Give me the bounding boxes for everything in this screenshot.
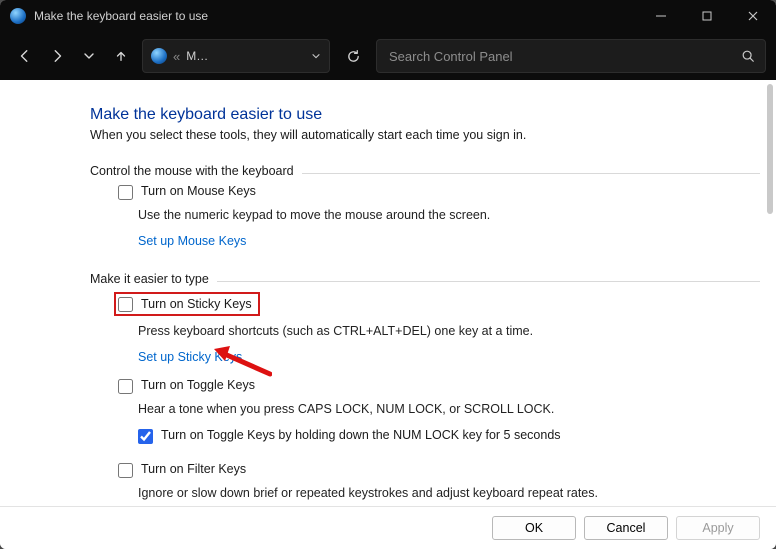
group-type-label: Make it easier to type — [90, 272, 209, 286]
dialog-footer: OK Cancel Apply — [0, 506, 776, 549]
search-icon — [741, 49, 755, 63]
cancel-button[interactable]: Cancel — [584, 516, 668, 540]
page-content: Make the keyboard easier to use When you… — [0, 80, 776, 506]
filter-keys-desc: Ignore or slow down brief or repeated ke… — [90, 484, 760, 502]
mouse-keys-checkbox-row[interactable]: Turn on Mouse Keys — [90, 182, 760, 202]
up-button[interactable] — [106, 41, 136, 71]
scrollbar-thumb[interactable] — [767, 84, 773, 214]
divider — [217, 281, 760, 282]
sticky-keys-checkbox[interactable] — [118, 297, 133, 312]
search-box[interactable] — [376, 39, 766, 73]
toggle-hold-checkbox[interactable] — [138, 429, 153, 444]
group-mouse: Control the mouse with the keyboard Turn… — [90, 164, 760, 250]
ok-button[interactable]: OK — [492, 516, 576, 540]
window-title: Make the keyboard easier to use — [34, 9, 630, 23]
filter-keys-checkbox-row[interactable]: Turn on Filter Keys — [90, 460, 760, 480]
toggle-hold-checkbox-row[interactable]: Turn on Toggle Keys by holding down the … — [90, 426, 760, 446]
location-icon — [151, 48, 167, 64]
toggle-keys-checkbox[interactable] — [118, 379, 133, 394]
page-heading: Make the keyboard easier to use — [90, 106, 760, 124]
group-type: Make it easier to type Turn on Sticky Ke… — [90, 272, 760, 502]
crumb-text: M… — [186, 49, 305, 63]
set-up-sticky-keys-link[interactable]: Set up Sticky Keys — [138, 350, 242, 364]
recent-dropdown[interactable] — [74, 41, 104, 71]
mouse-keys-checkbox[interactable] — [118, 185, 133, 200]
crumb-sep: « — [173, 49, 180, 64]
divider — [302, 173, 760, 174]
filter-keys-label: Turn on Filter Keys — [141, 462, 246, 476]
filter-keys-checkbox[interactable] — [118, 463, 133, 478]
search-input[interactable] — [387, 48, 733, 65]
sticky-keys-label: Turn on Sticky Keys — [141, 297, 252, 311]
window-controls — [638, 0, 776, 32]
sticky-keys-highlight: Turn on Sticky Keys — [114, 292, 260, 316]
refresh-button[interactable] — [336, 40, 370, 72]
back-button[interactable] — [10, 41, 40, 71]
apply-button[interactable]: Apply — [676, 516, 760, 540]
titlebar: Make the keyboard easier to use — [0, 0, 776, 32]
minimize-button[interactable] — [638, 0, 684, 32]
group-mouse-label: Control the mouse with the keyboard — [90, 164, 294, 178]
app-icon — [10, 8, 26, 24]
chevron-down-icon[interactable] — [311, 51, 321, 61]
close-button[interactable] — [730, 0, 776, 32]
page-subtext: When you select these tools, they will a… — [90, 128, 760, 142]
sticky-keys-desc: Press keyboard shortcuts (such as CTRL+A… — [90, 322, 760, 340]
toggle-keys-desc: Hear a tone when you press CAPS LOCK, NU… — [90, 400, 760, 418]
mouse-keys-label: Turn on Mouse Keys — [141, 184, 256, 198]
toggle-hold-label: Turn on Toggle Keys by holding down the … — [161, 428, 561, 442]
address-bar[interactable]: « M… — [142, 39, 330, 73]
toggle-keys-checkbox-row[interactable]: Turn on Toggle Keys — [90, 376, 760, 396]
forward-button[interactable] — [42, 41, 72, 71]
maximize-button[interactable] — [684, 0, 730, 32]
set-up-mouse-keys-link[interactable]: Set up Mouse Keys — [138, 234, 246, 248]
nav-toolbar: « M… — [0, 32, 776, 80]
toggle-keys-label: Turn on Toggle Keys — [141, 378, 255, 392]
mouse-keys-desc: Use the numeric keypad to move the mouse… — [90, 206, 760, 224]
